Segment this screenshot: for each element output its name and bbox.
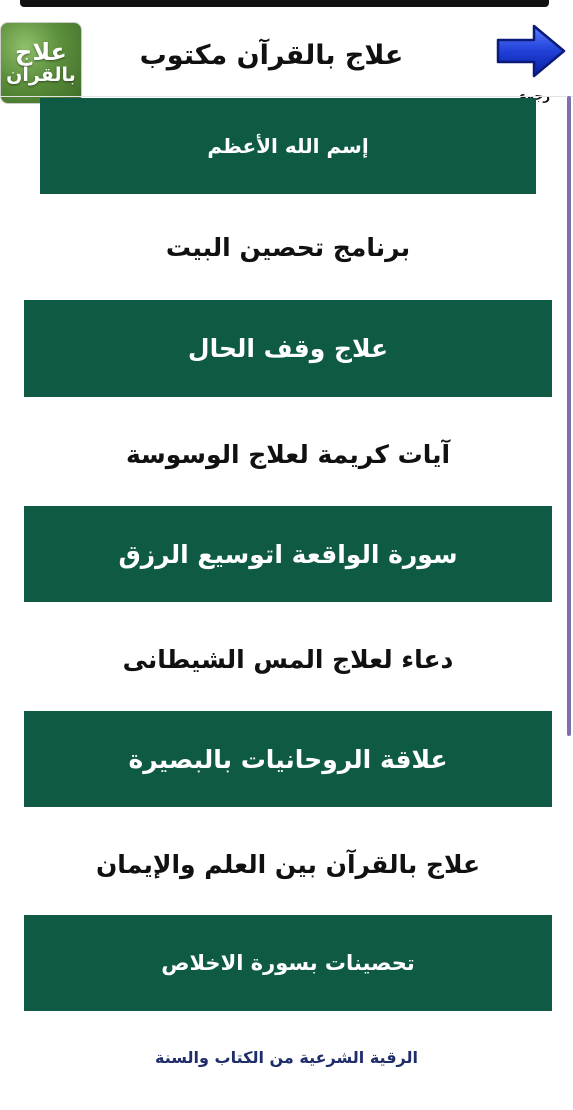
menu-item-label: آيات كريمة لعلاج الوسوسة [125,439,451,469]
menu-item-label: سورة الواقعة اتوسيع الرزق [118,539,458,569]
menu-item-label: علاج وقف الحال [187,334,389,363]
arrow-right-icon [496,24,566,78]
menu-item-8[interactable]: علاج بالقرآن بين العلم والإيمان [24,815,552,913]
menu-item-6[interactable]: دعاء لعلاج المس الشيطانى [24,610,552,708]
menu-item-4[interactable]: آيات كريمة لعلاج الوسوسة [24,405,552,503]
top-edge-bar [20,0,549,7]
menu-item-label: علاج بالقرآن بين العلم والإيمان [95,849,481,879]
footer-text: الرقية الشرعية من الكتاب والسنة [155,1048,418,1067]
menu-item-label: علاقة الروحانيات بالبصيرة [128,744,448,774]
menu-item-3[interactable]: علاج وقف الحال [24,300,552,397]
menu-item-label: دعاء لعلاج المس الشيطانى [122,644,454,674]
menu-item-2[interactable]: برنامج تحصين البيت [24,198,552,296]
back-button[interactable]: رجوع [492,20,570,106]
header-divider [0,96,573,97]
menu-item-9[interactable]: تحصينات بسورة الاخلاص [24,915,552,1011]
page-title: علاج بالقرآن مكتوب [139,40,404,71]
logo-line-2: بالقرآن [6,63,76,86]
menu-item-1[interactable]: إسم الله الأعظم [40,98,536,194]
menu-item-5[interactable]: سورة الواقعة اتوسيع الرزق [24,506,552,602]
app-logo: علاج بالقرآن [0,22,82,104]
header: علاج بالقرآن علاج بالقرآن مكتوب رجوع [0,10,573,104]
logo-line-1: علاج [15,38,67,67]
top-edge [0,0,573,10]
menu-item-label: إسم الله الأعظم [207,134,369,158]
menu-item-7[interactable]: علاقة الروحانيات بالبصيرة [24,711,552,807]
scrollbar[interactable] [567,96,571,736]
menu-item-label: برنامج تحصين البيت [165,232,411,262]
menu-item-label: تحصينات بسورة الاخلاص [161,951,415,975]
